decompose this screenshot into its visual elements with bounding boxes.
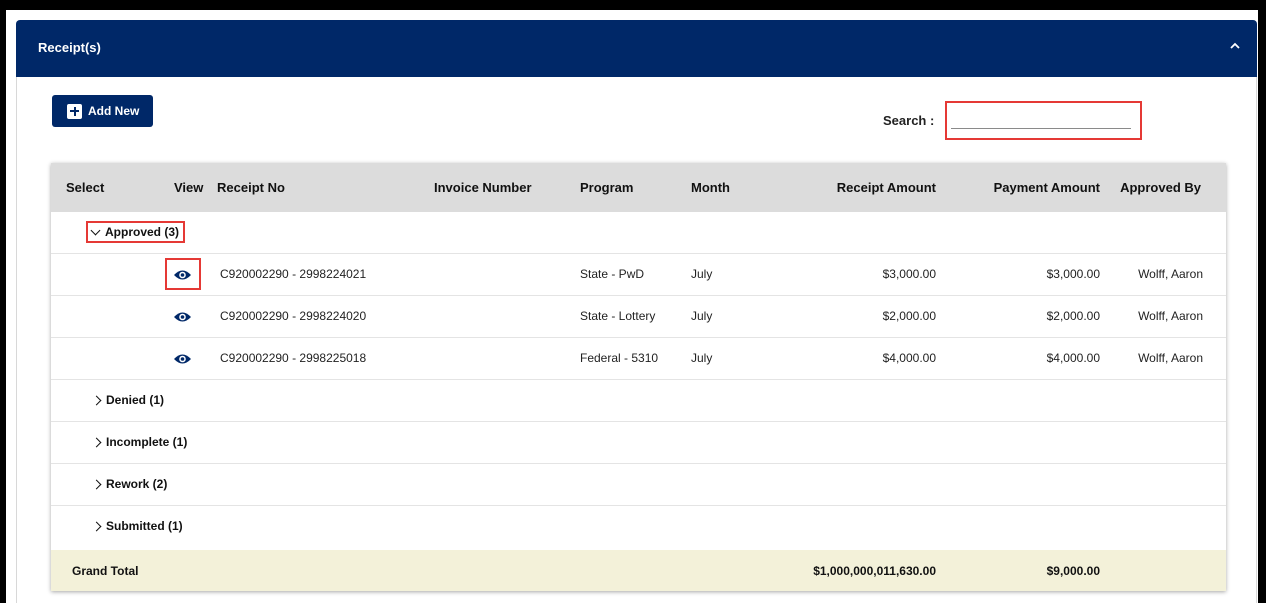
approved-by: Wolff, Aaron [1138,309,1203,323]
chevron-right-icon [91,395,102,405]
group-row-denied: Denied (1) [51,380,1226,422]
receipts-grid: Select View Receipt No Invoice Number Pr… [51,163,1226,591]
group-label: Submitted (1) [106,519,183,533]
chevron-right-icon [91,479,102,489]
approved-by: Wolff, Aaron [1138,351,1203,365]
eye-icon[interactable] [173,310,192,324]
grand-total-receipt-amount: $1,000,000,011,630.00 [813,564,936,578]
chevron-down-icon [90,225,101,235]
program: State - PwD [580,267,645,281]
col-payment-amount[interactable]: Payment Amount [994,180,1100,195]
program: State - Lottery [580,309,656,323]
chevron-up-icon[interactable] [1227,38,1243,54]
group-label: Incomplete (1) [106,435,188,449]
search-highlight [945,101,1142,140]
col-invoice-number[interactable]: Invoice Number [434,180,532,195]
month: July [691,309,713,323]
grand-total-row: Grand Total $1,000,000,011,630.00 $9,000… [51,550,1226,591]
program: Federal - 5310 [580,351,659,365]
receipt-no: C920002290 - 2998224021 [220,267,367,281]
col-month[interactable]: Month [691,180,730,195]
receipt-amount: $3,000.00 [882,267,936,281]
col-receipt-no[interactable]: Receipt No [217,180,285,195]
receipts-panel-body: Add New Search : Select View Receipt No … [16,77,1257,603]
grand-total-label: Grand Total [72,564,139,578]
payment-amount: $3,000.00 [1046,267,1100,281]
group-toggle-incomplete[interactable]: Incomplete (1) [91,435,188,449]
group-toggle-rework[interactable]: Rework (2) [91,477,168,491]
col-view[interactable]: View [174,180,203,195]
receipt-amount: $4,000.00 [882,351,936,365]
group-row-approved: Approved (3) [51,212,1226,254]
table-row[interactable]: C920002290 - 2998224020 State - Lottery … [51,296,1226,338]
eye-icon[interactable] [173,352,192,366]
table-row[interactable]: C920002290 - 2998225018 Federal - 5310 J… [51,338,1226,380]
add-new-label: Add New [88,104,140,118]
receipt-no: C920002290 - 2998225018 [220,351,367,365]
search-label: Search : [883,113,935,128]
col-approved-by[interactable]: Approved By [1120,180,1201,195]
group-toggle-denied[interactable]: Denied (1) [91,393,165,407]
month: July [691,351,713,365]
col-receipt-amount[interactable]: Receipt Amount [837,180,936,195]
month: July [691,267,713,281]
table-row[interactable]: C920002290 - 2998224021 State - PwD July… [51,254,1226,296]
grid-header: Select View Receipt No Invoice Number Pr… [51,163,1226,212]
payment-amount: $4,000.00 [1046,351,1100,365]
group-label: Denied (1) [106,393,165,407]
group-row-rework: Rework (2) [51,464,1226,506]
payment-amount: $2,000.00 [1046,309,1100,323]
grand-total-payment-amount: $9,000.00 [1046,564,1100,578]
group-row-submitted: Submitted (1) [51,506,1226,548]
chevron-right-icon [91,437,102,447]
panel-title: Receipt(s) [38,40,101,55]
group-row-incomplete: Incomplete (1) [51,422,1226,464]
receipts-panel-header[interactable]: Receipt(s) [16,20,1257,77]
group-toggle-submitted[interactable]: Submitted (1) [91,519,183,533]
group-label: Approved (3) [105,225,180,239]
group-toggle-approved[interactable]: Approved (3) [90,225,180,239]
col-select[interactable]: Select [66,180,104,195]
receipt-no: C920002290 - 2998224020 [220,309,367,323]
eye-icon[interactable] [173,268,192,282]
col-program[interactable]: Program [580,180,633,195]
approved-highlight: Approved (3) [86,221,186,243]
group-label: Rework (2) [106,477,168,491]
chevron-right-icon [91,521,102,531]
plus-icon [67,103,82,119]
search-input[interactable] [951,111,1131,129]
receipt-amount: $2,000.00 [882,309,936,323]
add-new-button[interactable]: Add New [52,95,153,127]
receipts-frame: Receipt(s) Add New Search : Select View … [6,10,1258,603]
approved-by: Wolff, Aaron [1138,267,1203,281]
